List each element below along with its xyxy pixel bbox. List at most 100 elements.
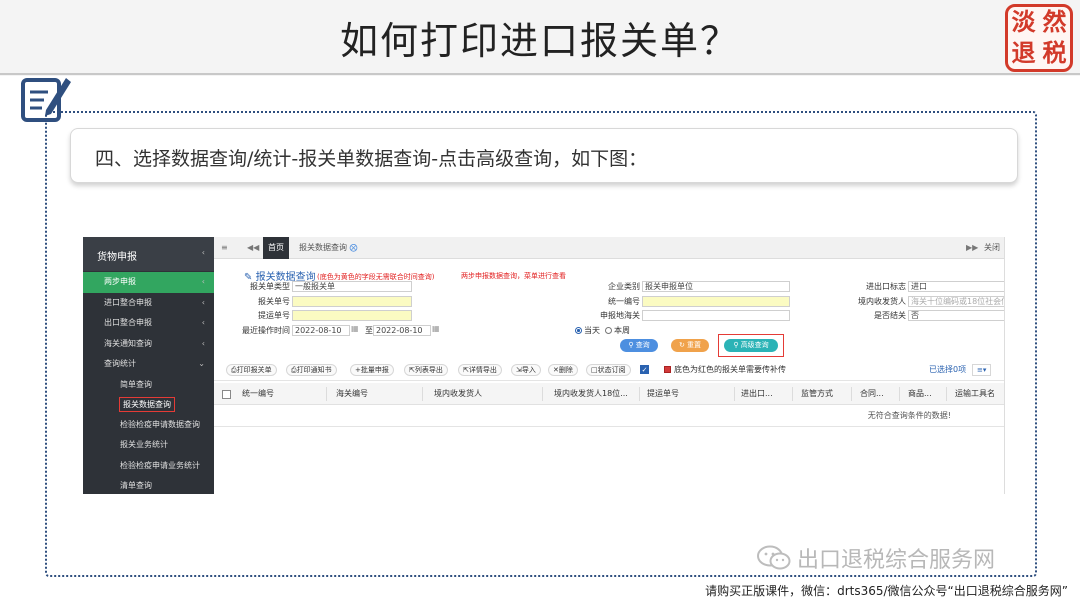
list-export-button[interactable]: ⇱列表导出 [404,364,448,376]
query-button-label: 查询 [635,341,650,349]
tab-home[interactable]: 首页 [263,237,289,259]
bill-no-input[interactable] [292,310,412,321]
sidebar-item-notice[interactable]: 海关通知查询 ‹ [83,334,214,355]
wechat-icon [757,545,791,570]
double-right-arrow-icon[interactable]: ▶▶ [966,237,978,259]
finished-select[interactable]: 否 [908,310,1004,321]
selected-count[interactable]: 已选择0项 [929,364,966,376]
date-to-input[interactable]: 2022-08-10 [373,325,431,336]
chevron-left-icon: ‹ [201,248,205,257]
column-header[interactable]: 进出口... [741,383,773,405]
detail-export-button[interactable]: ⇱详情导出 [458,364,502,376]
sidebar-item-stats[interactable]: 查询统计 ⌄ [83,354,214,375]
column-header[interactable]: 商品... [908,383,932,405]
column-header[interactable]: 统一编号 [242,383,274,405]
seal-logo: 淡 然 退 税 [1005,4,1073,72]
seal-char: 税 [1042,39,1067,67]
select-all-checkbox[interactable] [222,390,231,399]
toolbar-button-label: 打印报关单 [236,366,272,374]
calendar-icon[interactable]: ▦ [351,324,359,333]
print-notice-button[interactable]: ⎙打印通知书 [286,364,337,376]
corp-type-select[interactable]: 报关申报单位 [642,281,790,292]
column-divider [542,387,543,401]
radio-today[interactable]: 当天 [575,325,600,336]
slide-title: 如何打印进口报关单？ [339,19,740,63]
column-divider [639,387,640,401]
hamburger-icon[interactable]: ≡ [221,237,228,259]
date-from-input[interactable]: 2022-08-10 [292,325,350,336]
sidebar-subitem-inspection-query[interactable]: 检验检疫申请数据查询 [83,415,214,435]
column-header[interactable]: 监管方式 [801,383,833,405]
ie-flag-label: 进出口标志 [866,282,906,291]
customs-label: 申报地海关 [600,311,640,320]
column-divider [422,387,423,401]
column-header[interactable]: 境内收发货人18位... [554,383,628,405]
empty-message: 无符合查询条件的数据! [867,411,951,420]
subscribe-button[interactable]: □状态订阅 [586,364,631,376]
advanced-query-button[interactable]: ⚲ 高级查询 [724,339,778,352]
chevron-left-icon: ‹ [201,318,205,327]
query-button[interactable]: ⚲ 查询 [620,339,658,352]
ie-flag-select[interactable]: 进口 [908,281,1004,292]
tab-close-all[interactable]: 关闭 [984,237,1000,259]
decl-type-select[interactable]: 一般报关单 [292,281,412,292]
checkbox-checked[interactable]: ✓ [640,365,649,374]
tab-label: 报关数据查询 [299,243,347,252]
unified-no-input[interactable] [642,296,790,307]
toolbar-button-label: 打印通知书 [296,366,332,374]
sidebar-subitem-inspection-stats[interactable]: 检验检疫申请业务统计 [83,456,214,476]
consignee-input[interactable]: 海关十位编码或18位社会信用代码 [908,296,1004,307]
sidebar-subitem-label: 检验检疫申请业务统计 [120,460,200,470]
refresh-icon: ↻ [678,341,685,349]
watermark-text: 出口退税综合服务网 [797,548,996,573]
sidebar-subitem-label: 报关业务统计 [120,440,168,450]
column-header[interactable]: 海关编号 [336,383,368,405]
corp-type-label: 企业类别 [608,282,640,291]
column-divider [851,387,852,401]
batch-declare-button[interactable]: +批量申报 [350,364,394,376]
bill-no-label: 提运单号 [258,311,290,320]
advanced-query-button-label: 高级查询 [740,341,769,349]
double-left-arrow-icon[interactable]: ◀◀ [247,237,259,259]
radio-week[interactable]: 本周 [605,325,630,336]
column-header[interactable]: 提运单号 [647,383,679,405]
sidebar-item-import[interactable]: 进口整合申报 ‹ [83,293,214,314]
column-header[interactable]: 境内收发货人 [434,383,482,405]
tab-bar: ≡ ◀◀ 首页 报关数据查询 ⨂ ▶▶ 关闭 [214,237,1004,259]
sidebar-item-label: 查询统计 [104,359,136,368]
column-header[interactable]: 合同... [860,383,884,405]
decl-no-input[interactable] [292,296,412,307]
header-rule [0,73,1080,75]
radio-dot [605,327,612,334]
column-header[interactable]: 运输工具名 [955,383,995,405]
sidebar-item-export[interactable]: 出口整合申报 ‹ [83,313,214,334]
customs-input[interactable] [642,310,790,321]
sidebar-subitem-decl-stats[interactable]: 报关业务统计 [83,435,214,455]
radio-label: 当天 [584,326,600,335]
import-button[interactable]: ⇲导入 [511,364,541,376]
sidebar-item-two-step[interactable]: 两步申报 ‹ [83,272,214,293]
seal-char: 退 [1011,39,1036,67]
calendar-icon[interactable]: ▦ [432,324,440,333]
radio-dot [575,327,582,334]
two-step-notice: 两步申报数据查询，菜单进行查看 [461,272,566,280]
toolbar-button-label: 列表导出 [414,366,443,374]
sidebar-subitem-list-query[interactable]: 清单查询 [83,476,214,494]
column-menu-icon[interactable]: ≡▾ [972,364,992,376]
column-divider [792,387,793,401]
seal-char: 然 [1042,8,1067,36]
toolbar-button-label: 删除 [558,366,573,374]
sidebar-subitem-decl-query[interactable]: 报关数据查询 [83,395,214,415]
close-circle-icon[interactable]: ⨂ [350,243,358,252]
delete-button[interactable]: ✕删除 [548,364,578,376]
tab-decl-query[interactable]: 报关数据查询 ⨂ [299,237,358,259]
reset-button[interactable]: ↻ 重置 [671,339,709,352]
print-decl-button[interactable]: ⎙打印报关单 [226,364,277,376]
watermark: 出口退税综合服务网 [757,542,995,574]
sidebar-subitem-simple[interactable]: 简单查询 [83,375,214,395]
sidebar-header[interactable]: 货物申报 ‹ [83,237,214,271]
app-screenshot: 货物申报 ‹ 两步申报 ‹ 进口整合申报 ‹ 出口整合申报 ‹ 海关通知查询 ‹… [83,237,1005,494]
sidebar-header-label: 货物申报 [97,252,137,263]
reset-button-label: 重置 [687,341,702,349]
toolbar-button-label: 状态订阅 [597,366,626,374]
